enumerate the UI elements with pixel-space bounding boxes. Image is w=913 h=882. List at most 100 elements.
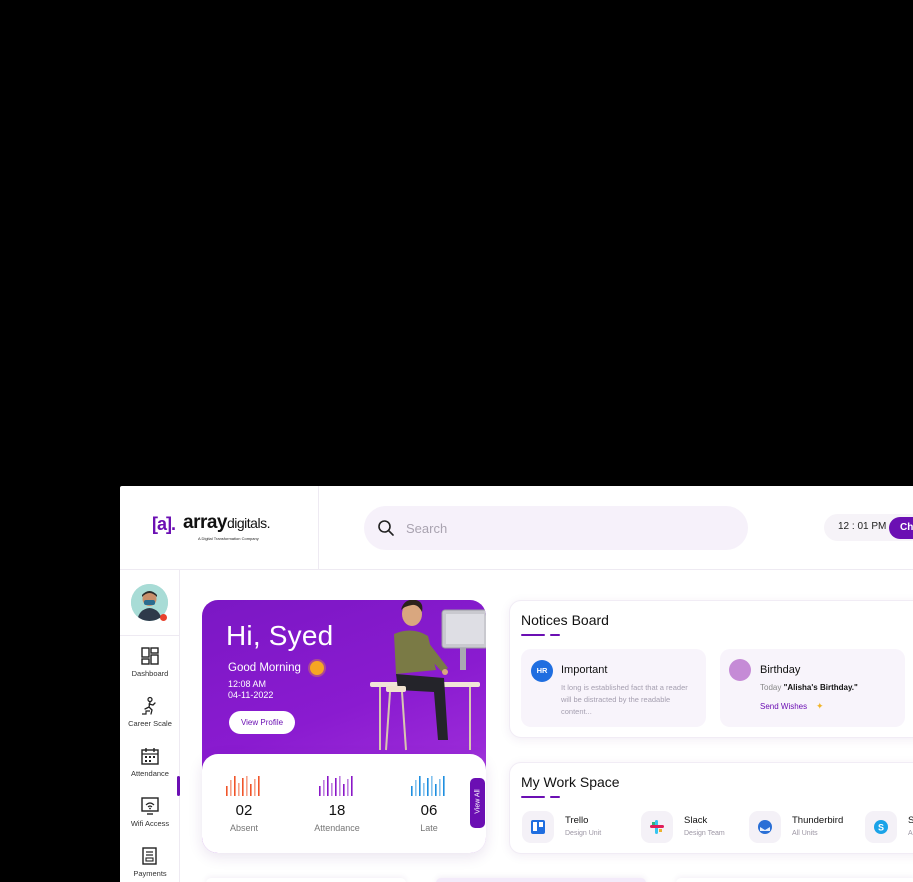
hr-badge: HR [531,660,553,682]
notice-title: Birthday [760,664,801,676]
stat-label: Late [420,823,438,833]
logo-mark: [a]. [152,514,176,534]
notice-body: It long is established fact that a reade… [561,683,688,716]
sidebar-item-label: Dashboard [131,669,169,678]
send-wishes-button[interactable]: Send Wishes [760,702,807,711]
title-underline [521,796,545,798]
late-bars-icon [411,776,445,796]
person-at-desk-illustration [370,600,486,751]
stat-label: Attendance [314,823,360,833]
bar-mark [226,786,228,796]
notices-title: Notices Board [521,612,609,628]
birthday-text: Today "Alisha's Birthday." [760,683,858,692]
stat-label: Absent [229,823,259,833]
greeting-title: Hi, Syed [226,620,334,651]
view-profile-button[interactable]: View Profile [229,711,295,734]
bar-mark [339,776,341,796]
app-subtitle: Design Team [684,830,725,837]
current-date: 04-11-2022 [228,690,274,700]
logo-text: arraydigitals. [183,512,270,534]
notice-important[interactable]: HR Important It long is established fact… [521,649,706,727]
bottom-card [436,878,646,882]
view-all-button[interactable]: View All [470,778,485,828]
stat-value: 02 [235,802,253,819]
stats-card: 02 Absent 18 Attendance 06 Late [202,754,486,853]
slack-icon [641,811,673,843]
app-skype[interactable]: S S A [865,811,913,845]
status-dot [160,614,167,621]
sidebar-item-label: Career Scale [128,719,172,728]
sidebar: Dashboard Career Scale Attendance Wifi A… [120,570,180,882]
sun-icon [310,661,324,675]
search-input[interactable] [406,506,726,550]
header: [a]. arraydigitals. A Digital Transforma… [120,486,913,570]
current-time: 12:08 AM [228,679,267,689]
stat-value: 18 [328,802,346,819]
bar-mark [250,784,252,796]
app-slack[interactable]: Slack Design Team [641,811,751,845]
bottom-card [206,878,406,882]
career-scale-icon [142,696,156,715]
view-all-label: View All [474,789,482,814]
wifi-access-icon [141,797,159,815]
app-name: Trello [565,815,589,826]
workspace-title: My Work Space [521,774,620,790]
birthday-prefix: Today [760,683,784,692]
bar-mark [443,776,445,796]
sidebar-item-wifi-access[interactable]: Wifi Access [120,796,180,846]
calendar-icon [141,748,159,765]
check-in-button[interactable]: Ch [889,517,913,539]
bar-mark [238,783,240,796]
payments-icon [142,847,157,865]
sidebar-item-career-scale[interactable]: Career Scale [120,696,180,746]
stat-late: 06 Late [394,754,464,853]
bar-mark [319,786,321,796]
bar-mark [415,780,417,796]
thunderbird-icon [749,811,781,843]
app-thunderbird[interactable]: Thunderbird All Units [749,811,869,845]
sidebar-item-dashboard[interactable]: Dashboard [120,646,180,696]
bar-mark [347,779,349,796]
bar-mark [242,778,244,796]
bar-mark [431,776,433,796]
greeting-subtitle: Good Morning [228,662,301,674]
title-underline [550,634,560,636]
bar-mark [423,783,425,796]
absent-bars-icon [226,776,260,796]
stat-value: 06 [420,802,438,819]
workspace-panel: My Work Space Trello Design Unit Slack D… [509,762,913,854]
search-icon [378,520,394,536]
sidebar-item-label: Attendance [131,769,169,778]
bar-mark [258,776,260,796]
search-bar[interactable] [364,506,748,550]
app-trello[interactable]: Trello Design Unit [522,811,632,845]
attendance-bars-icon [319,776,353,796]
app-window: [a]. arraydigitals. A Digital Transforma… [120,486,913,882]
sidebar-item-label: Payments [133,869,167,878]
notice-birthday[interactable]: Birthday Today "Alisha's Birthday." Send… [720,649,905,727]
app-name: Thunderbird [792,815,844,826]
skype-icon: S [865,811,897,843]
logo-tagline: A Digital Transformation Company [198,536,259,541]
bar-mark [427,778,429,796]
app-subtitle: A [908,830,913,837]
bottom-card [676,878,913,882]
sidebar-item-attendance[interactable]: Attendance [120,746,180,796]
bar-mark [234,776,236,796]
bar-mark [343,784,345,796]
clock-time: 12 : 01 PM [838,521,887,532]
birthday-name: "Alisha's Birthday." [783,683,858,692]
bar-mark [327,776,329,796]
notices-board: Notices Board HR Important It long is es… [509,600,913,738]
logo[interactable]: [a]. arraydigitals. A Digital Transforma… [120,486,319,570]
app-subtitle: Design Unit [565,830,602,837]
sidebar-item-payments[interactable]: Payments [120,846,180,882]
bar-mark [435,784,437,796]
logo-name-bold: array [183,512,228,533]
bar-mark [419,776,421,796]
dashboard-icon [141,647,159,665]
divider [120,635,180,636]
birthday-avatar [729,659,751,681]
sparkle-icon: ✦ [816,701,824,711]
notice-title: Important [561,664,608,676]
